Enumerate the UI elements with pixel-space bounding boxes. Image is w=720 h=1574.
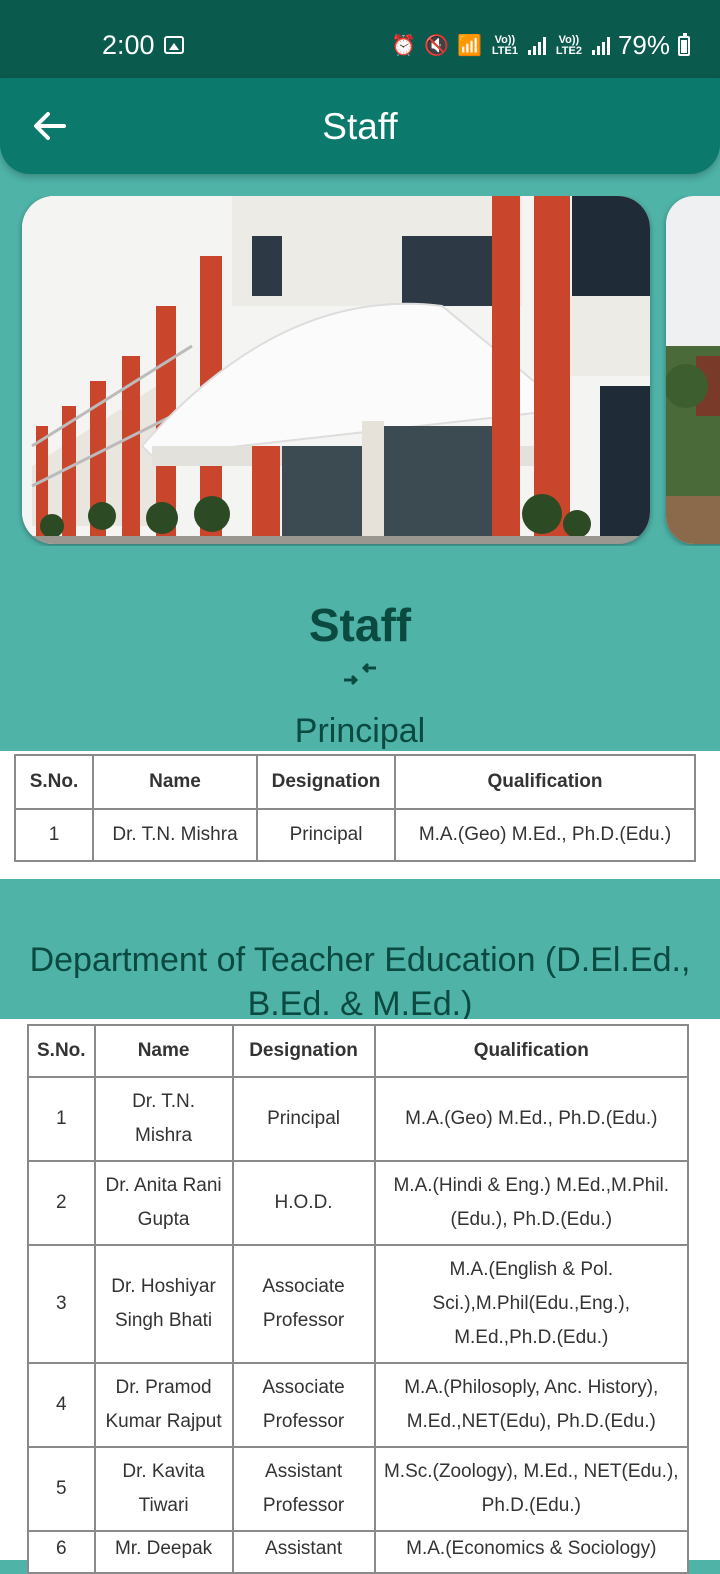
cell-qualification: M.Sc.(Zoology), M.Ed., NET(Edu.), Ph.D.(… <box>373 1446 690 1532</box>
sim1-signal-icon <box>527 36 546 55</box>
cell-designation: Associate Professor <box>231 1244 376 1364</box>
table-row: 4 Dr. Pramod Kumar Rajput Associate Prof… <box>27 1362 690 1448</box>
cell-name: Dr. Anita Rani Gupta <box>93 1160 234 1246</box>
header-qualification: Qualification <box>394 754 696 810</box>
status-time: 2:00 <box>102 30 155 60</box>
image-carousel[interactable] <box>0 196 720 546</box>
cell-sno: 6 <box>27 1530 96 1574</box>
principal-table: S.No. Name Designation Qualification 1 D… <box>14 754 696 862</box>
header-sno: S.No. <box>27 1024 96 1078</box>
cell-sno: 4 <box>27 1362 96 1448</box>
cell-name: Dr. Kavita Tiwari <box>93 1446 234 1532</box>
table-header-row: S.No. Name Designation Qualification <box>27 1024 690 1078</box>
cell-designation: Associate Professor <box>231 1362 376 1448</box>
campus-image <box>666 196 720 544</box>
gallery-notification-icon <box>164 36 184 54</box>
sim2-label: Vo)) LTE2 <box>555 33 582 57</box>
cell-designation: Assistant Professor <box>231 1446 376 1532</box>
sim2-signal-icon <box>591 36 610 55</box>
carousel-slide-building[interactable] <box>22 196 650 544</box>
cell-sno: 3 <box>27 1244 96 1364</box>
department-heading: Department of Teacher Education (D.El.Ed… <box>29 941 691 1023</box>
status-bar: 2:00 ⏰ 🔇 📶 Vo)) LTE1 Vo)) LTE2 79% <box>0 0 720 78</box>
cell-sno: 5 <box>27 1446 96 1532</box>
battery-percent: 79% <box>617 30 670 60</box>
cell-qualification: M.A.(Hindi & Eng.) M.Ed.,M.Phil.(Edu.), … <box>373 1160 690 1246</box>
app-bar-title: Staff <box>322 106 398 147</box>
cell-sno: 1 <box>14 808 94 862</box>
cell-sno: 2 <box>27 1160 96 1246</box>
table-row: 6 Mr. Deepak Assistant M.A.(Economics & … <box>27 1530 690 1574</box>
table-row: 3 Dr. Hoshiyar Singh Bhati Associate Pro… <box>27 1244 690 1364</box>
header-qualification: Qualification <box>373 1024 690 1078</box>
college-building-image <box>22 196 650 544</box>
table-row: 1 Dr. T.N. Mishra Principal M.A.(Geo) M.… <box>14 808 696 862</box>
table-row: 1 Dr. T.N. Mishra Principal M.A.(Geo) M.… <box>27 1076 690 1162</box>
table-row: 2 Dr. Anita Rani Gupta H.O.D. M.A.(Hindi… <box>27 1160 690 1246</box>
carousel-slide-next[interactable] <box>666 196 720 544</box>
cell-name: Mr. Deepak <box>93 1530 234 1574</box>
mute-icon: 🔇 <box>424 34 450 57</box>
compress-arrows-icon <box>344 662 376 686</box>
header-designation: Designation <box>231 1024 376 1078</box>
sim1-label: Vo)) LTE1 <box>491 33 518 57</box>
battery-icon <box>678 32 690 56</box>
cell-name: Dr. Pramod Kumar Rajput <box>93 1362 234 1448</box>
cell-name: Dr. T.N. Mishra <box>92 808 258 862</box>
table-row: 5 Dr. Kavita Tiwari Assistant Professor … <box>27 1446 690 1532</box>
cell-sno: 1 <box>27 1076 96 1162</box>
header-name: Name <box>93 1024 234 1078</box>
header-sno: S.No. <box>14 754 94 810</box>
department-table: S.No. Name Designation Qualification 1 D… <box>27 1024 690 1574</box>
cell-designation: H.O.D. <box>231 1160 376 1246</box>
cell-designation: Principal <box>231 1076 376 1162</box>
cell-designation: Principal <box>256 808 396 862</box>
cell-name: Dr. Hoshiyar Singh Bhati <box>93 1244 234 1364</box>
table-header-row: S.No. Name Designation Qualification <box>14 754 696 810</box>
cell-qualification: M.A.(Economics & Sociology) <box>373 1530 690 1574</box>
cell-name: Dr. T.N. Mishra <box>93 1076 234 1162</box>
cell-qualification: M.A.(Geo) M.Ed., Ph.D.(Edu.) <box>373 1076 690 1162</box>
header-designation: Designation <box>256 754 396 810</box>
app-bar: Staff <box>0 78 720 174</box>
alarm-icon: ⏰ <box>391 34 417 57</box>
cell-qualification: M.A.(English & Pol. Sci.),M.Phil(Edu.,En… <box>373 1244 690 1364</box>
header-name: Name <box>92 754 258 810</box>
cell-qualification: M.A.(Geo) M.Ed., Ph.D.(Edu.) <box>394 808 696 862</box>
wifi-icon: 📶 <box>457 34 482 57</box>
staff-heading: Staff <box>308 599 412 651</box>
principal-heading: Principal <box>294 712 426 750</box>
cell-qualification: M.A.(Philosoply, Anc. History), M.Ed.,NE… <box>373 1362 690 1448</box>
cell-designation: Assistant <box>231 1530 376 1574</box>
status-indicators: ⏰ 🔇 📶 Vo)) LTE1 Vo)) LTE2 79% <box>391 30 690 61</box>
